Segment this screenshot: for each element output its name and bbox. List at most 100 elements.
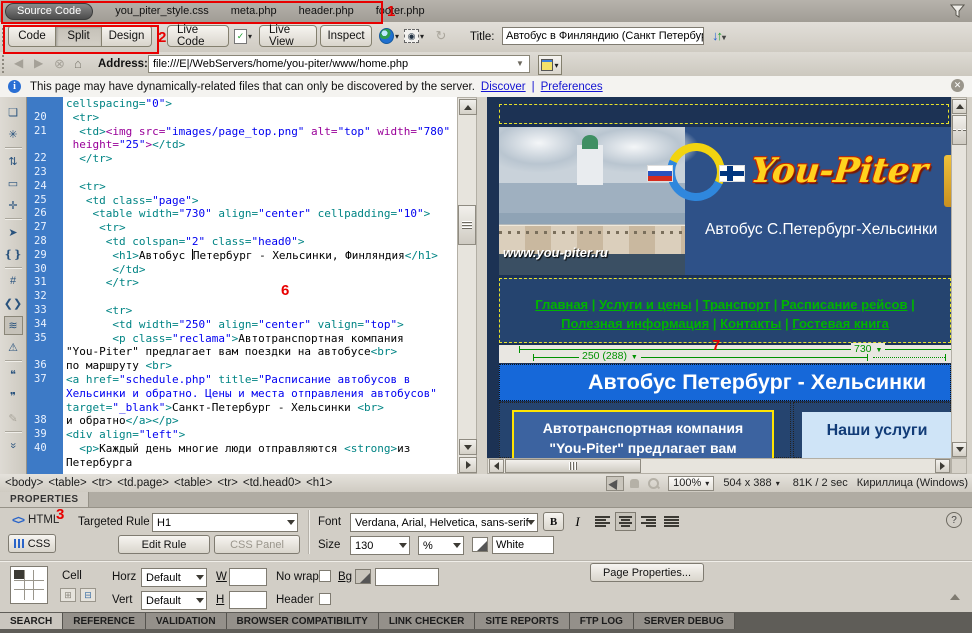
design-view[interactable]: You-Piter Автобус С.Петербург-Хельсинки … — [487, 97, 967, 474]
splitter-grip[interactable] — [458, 205, 476, 245]
select-parent-tag-icon[interactable]: ➤ — [4, 223, 23, 242]
unit-dropdown[interactable]: % — [418, 536, 464, 555]
window-size-dropdown[interactable]: 504 x 388 ▾ — [719, 476, 783, 491]
more-options-icon[interactable]: » — [4, 436, 23, 455]
tag-selector-item[interactable]: <td.head0> — [243, 477, 301, 489]
view-options-icon[interactable]: ▾ — [538, 55, 562, 75]
word-wrap-icon[interactable]: ≋ — [4, 316, 23, 335]
height-input[interactable] — [229, 591, 267, 609]
split-view-button[interactable]: Split — [56, 25, 102, 47]
discover-link[interactable]: Discover — [481, 81, 526, 93]
address-dropdown-icon[interactable]: ▼ — [516, 59, 524, 68]
results-tab-link-checker[interactable]: LINK CHECKER — [379, 613, 476, 629]
stop-icon[interactable]: ⊗ — [54, 56, 65, 72]
nav-link[interactable]: Полезная информация — [561, 316, 709, 331]
table-width-bar[interactable]: 730 ▼ 250 (288) ▼ — [499, 345, 951, 363]
close-infobar-icon[interactable]: ✕ — [951, 79, 964, 92]
split-cell-icon[interactable]: ⊟ — [80, 588, 96, 602]
tag-selector-item[interactable]: <table> — [174, 477, 212, 489]
align-center-button[interactable] — [615, 512, 636, 531]
bg-color-swatch[interactable] — [355, 569, 371, 584]
header-checkbox[interactable] — [319, 593, 331, 605]
results-tab-reference[interactable]: REFERENCE — [63, 613, 146, 629]
hand-tool-icon[interactable] — [625, 476, 643, 491]
preferences-link[interactable]: Preferences — [541, 81, 603, 93]
live-view-button[interactable]: Live View — [259, 25, 317, 47]
expand-all-icon[interactable]: ✛ — [4, 196, 23, 215]
nav-link[interactable]: Контакты — [720, 316, 781, 331]
nav-link[interactable]: Главная — [535, 297, 588, 312]
nav-link[interactable]: Услуги и цены — [599, 297, 692, 312]
collapse-full-tag-icon[interactable]: ⇅ — [4, 152, 23, 171]
collapse-panel-icon[interactable] — [950, 594, 960, 600]
address-input[interactable]: file:///E|/WebServers/home/you-piter/www… — [148, 55, 530, 73]
tag-selector-item[interactable]: <tr> — [92, 477, 112, 489]
nav-link[interactable]: Расписание рейсов — [781, 297, 907, 312]
nav-link[interactable]: Гостевая книга — [792, 316, 889, 331]
tag-selector-item[interactable]: <tr> — [217, 477, 237, 489]
font-dropdown[interactable]: Verdana, Arial, Helvetica, sans-serif — [350, 513, 538, 532]
code-view[interactable]: cellspacing="0">20 <tr>21 <td><img src="… — [27, 97, 457, 474]
align-left-button[interactable] — [592, 512, 613, 531]
html-mode-button[interactable]: <>HTML — [12, 513, 59, 527]
nowrap-checkbox[interactable] — [319, 570, 331, 582]
balance-braces-icon[interactable]: ❴❵ — [4, 245, 23, 264]
related-file-tab[interactable]: header.php — [299, 5, 354, 17]
size-dropdown[interactable]: 130 — [350, 536, 410, 555]
code-vertical-scrollbar[interactable] — [457, 97, 477, 474]
back-icon[interactable]: ◀ — [14, 56, 23, 70]
tag-selector-item[interactable]: <td.page> — [117, 477, 169, 489]
properties-tab[interactable]: PROPERTIES — [0, 492, 89, 507]
code-navigator-icon[interactable]: ✳ — [4, 125, 23, 144]
related-file-tab[interactable]: you_piter_style.css — [115, 5, 209, 17]
results-tab-browser-compatibility[interactable]: BROWSER COMPATIBILITY — [227, 613, 379, 629]
design-empty-table-row[interactable] — [499, 104, 949, 124]
results-tab-search[interactable]: SEARCH — [0, 613, 63, 629]
tag-selector-item[interactable]: <h1> — [306, 477, 332, 489]
horz-dropdown[interactable]: Default — [141, 568, 207, 587]
design-view-button[interactable]: Design — [102, 25, 152, 47]
nav-link[interactable]: Транспорт — [703, 297, 771, 312]
vert-dropdown[interactable]: Default — [141, 591, 207, 610]
title-input[interactable]: Автобус в Финляндию (Санкт Петербург - Х… — [502, 27, 704, 45]
promo-box[interactable]: Автотранспортная компания "You-Piter" пр… — [512, 410, 774, 458]
align-right-button[interactable] — [638, 512, 659, 531]
edit-rule-button[interactable]: Edit Rule — [118, 535, 210, 554]
related-file-tab[interactable]: meta.php — [231, 5, 277, 17]
check-page-icon[interactable]: ✓▾ — [233, 27, 253, 45]
design-site-banner[interactable]: You-Piter Автобус С.Петербург-Хельсинки … — [499, 127, 951, 275]
design-h1-heading[interactable]: Автобус Петербург - Хельсинки — [499, 364, 951, 401]
zoom-level-dropdown[interactable]: 100% ▾ — [668, 476, 714, 491]
apply-comment-icon[interactable]: ❝ — [4, 365, 23, 384]
source-code-button[interactable]: Source Code — [5, 3, 93, 20]
home-icon[interactable]: ⌂ — [74, 56, 82, 71]
services-box[interactable]: Наши услуги — [802, 412, 951, 458]
forward-icon[interactable]: ▶ — [34, 56, 43, 70]
remove-comment-icon[interactable]: ❞ — [4, 387, 23, 406]
select-tool-icon[interactable] — [606, 476, 624, 491]
results-tab-server-debug[interactable]: SERVER DEBUG — [634, 613, 735, 629]
design-right-cell[interactable]: Наши услуги — [793, 402, 951, 458]
help-icon[interactable]: ? — [946, 512, 962, 528]
results-tab-validation[interactable]: VALIDATION — [146, 613, 227, 629]
code-view-button[interactable]: Code — [8, 25, 56, 47]
open-documents-icon[interactable]: ❏ — [4, 103, 23, 122]
tag-selector-item[interactable]: <body> — [5, 477, 43, 489]
results-tab-site-reports[interactable]: SITE REPORTS — [475, 613, 569, 629]
italic-button[interactable]: I — [567, 512, 588, 531]
inspect-button[interactable]: Inspect — [320, 25, 372, 47]
visual-aids-eye-icon[interactable]: ◉▾ — [404, 27, 424, 45]
page-properties-button[interactable]: Page Properties... — [590, 563, 704, 582]
design-left-cell[interactable]: Автотранспортная компания "You-Piter" пр… — [499, 402, 791, 458]
tag-selector-item[interactable]: <table> — [48, 477, 86, 489]
file-transfer-icon[interactable]: ↓↑▾ — [712, 28, 724, 43]
css-mode-button[interactable]: CSS — [8, 534, 56, 553]
text-color-input[interactable]: White — [492, 536, 554, 554]
zoom-tool-icon[interactable] — [644, 476, 662, 491]
align-justify-button[interactable] — [661, 512, 682, 531]
filter-related-files-icon[interactable] — [950, 4, 965, 23]
related-file-tab[interactable]: footer.php — [376, 5, 425, 17]
bold-button[interactable]: B — [543, 512, 564, 531]
design-vertical-scrollbar[interactable] — [951, 97, 967, 458]
collapse-selection-icon[interactable]: ▭ — [4, 174, 23, 193]
